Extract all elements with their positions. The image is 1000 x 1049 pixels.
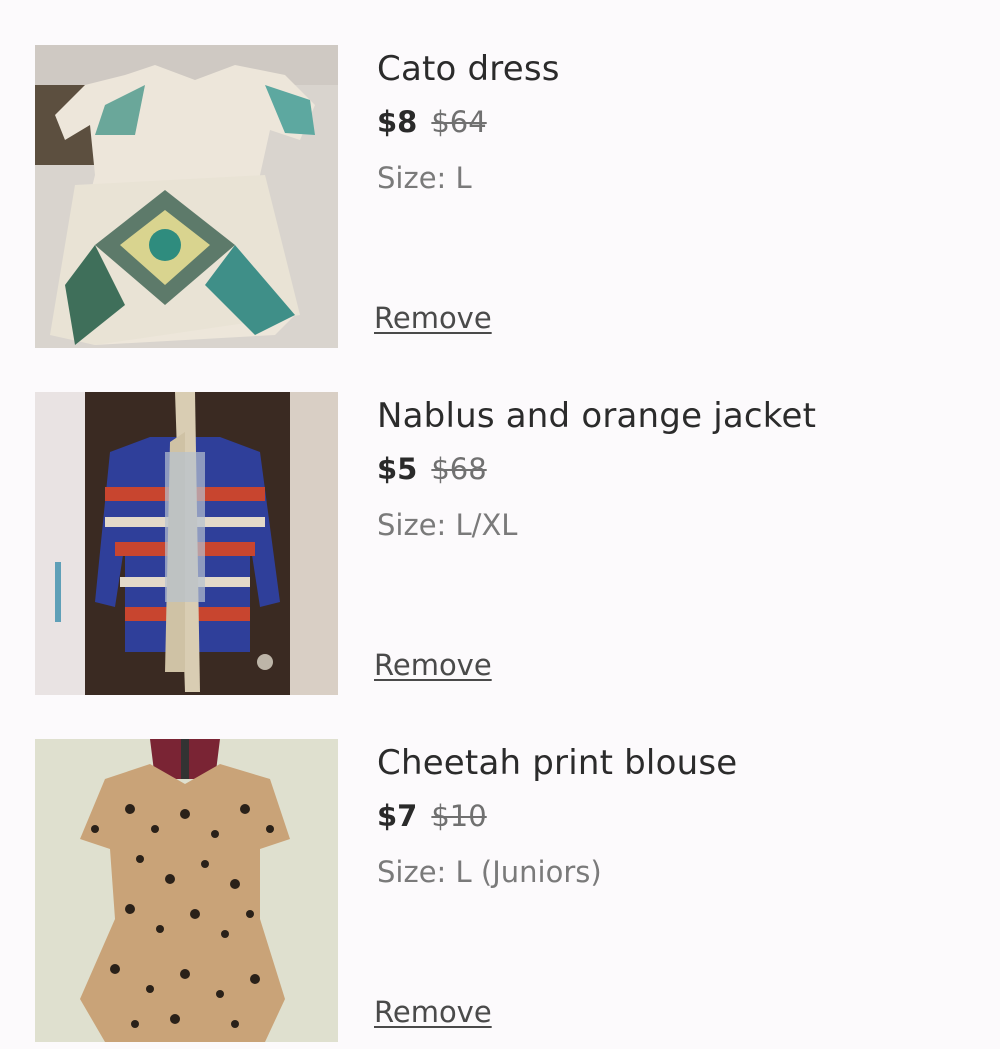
original-price: $10 [431, 799, 487, 833]
item-photo[interactable] [35, 45, 338, 348]
price-row: $7 $10 [377, 799, 487, 833]
original-price: $68 [431, 452, 487, 486]
remove-button[interactable]: Remove [374, 648, 492, 682]
item-title[interactable]: Cato dress [377, 49, 560, 89]
item-size: Size: L [377, 161, 472, 195]
cart-item: Cato dress $8 $64 Size: L Remove [0, 45, 1000, 355]
dress-photo [35, 45, 338, 348]
sale-price: $5 [377, 452, 418, 486]
remove-button[interactable]: Remove [374, 995, 492, 1029]
sale-price: $7 [377, 799, 418, 833]
item-title[interactable]: Cheetah print blouse [377, 743, 737, 783]
item-size: Size: L/XL [377, 508, 518, 542]
item-photo[interactable] [35, 392, 338, 695]
remove-button[interactable]: Remove [374, 301, 492, 335]
price-row: $8 $64 [377, 105, 487, 139]
item-size: Size: L (Juniors) [377, 855, 602, 889]
cart-item: Cheetah print blouse $7 $10 Size: L (Juni… [0, 739, 1000, 1049]
blouse-photo [35, 739, 338, 1042]
item-title[interactable]: Nablus and orange jacket [377, 396, 816, 436]
original-price: $64 [431, 105, 487, 139]
item-photo[interactable] [35, 739, 338, 1042]
jacket-photo [35, 392, 338, 695]
cart-item: Nablus and orange jacket $5 $68 Size: L/X… [0, 392, 1000, 702]
price-row: $5 $68 [377, 452, 487, 486]
sale-price: $8 [377, 105, 418, 139]
